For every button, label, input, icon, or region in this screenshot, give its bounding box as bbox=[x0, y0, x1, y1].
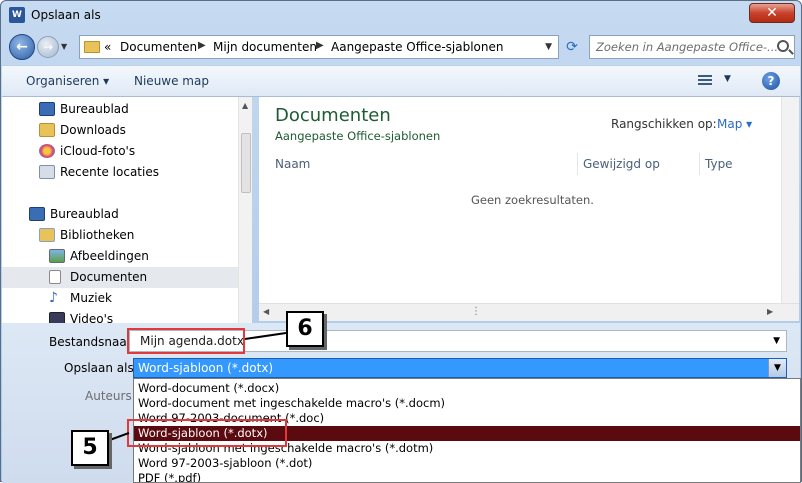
callout-step-5: 5 bbox=[71, 430, 109, 466]
callout-pointer-lines bbox=[106, 332, 287, 442]
callout-step-6: 6 bbox=[286, 311, 324, 347]
save-as-dialog: W Opslaan als ✕ ← → ▼ « Documenten ▶ Mij… bbox=[0, 0, 802, 483]
